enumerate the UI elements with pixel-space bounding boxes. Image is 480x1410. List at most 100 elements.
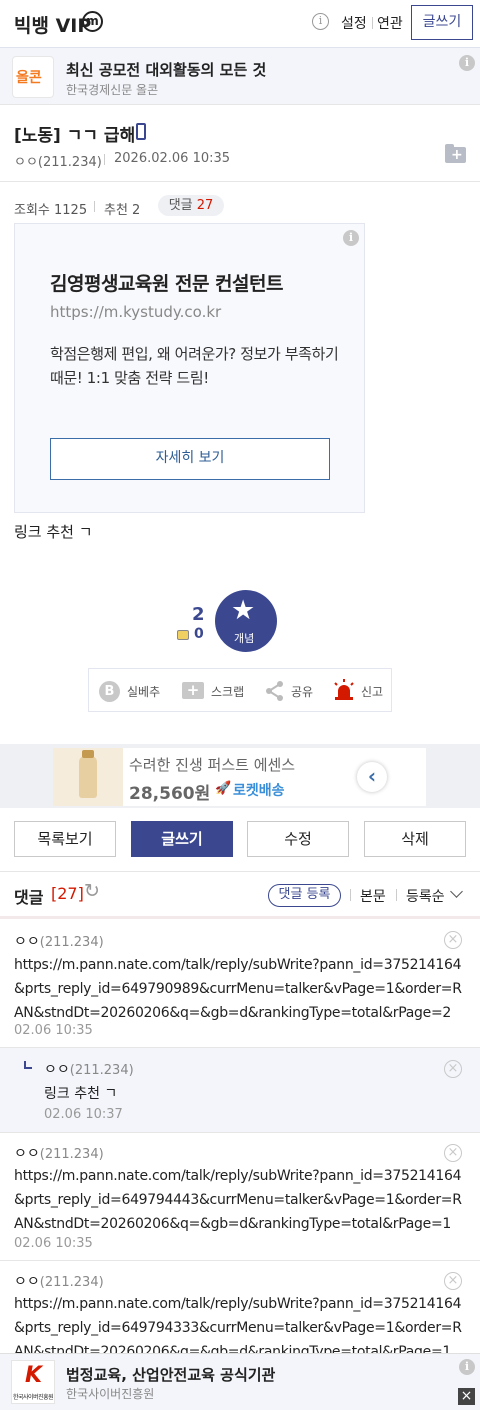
- recommend-button[interactable]: ★ 개념: [215, 590, 277, 652]
- divider: [0, 871, 480, 872]
- comment-count-badge[interactable]: 댓글 27: [158, 195, 224, 216]
- comments-count: [27]: [51, 884, 84, 903]
- post-datetime: 2026.02.06 10:35: [114, 151, 231, 166]
- chevron-down-icon[interactable]: [450, 885, 463, 898]
- ad-title: 김영평생교육원 전문 컨설턴트: [50, 273, 283, 295]
- divider: [372, 17, 373, 29]
- sort-order-select[interactable]: 등록순: [406, 886, 445, 906]
- reply-arrow-icon: [24, 1061, 32, 1069]
- k-logo-icon: K: [25, 1363, 43, 1388]
- share-icon: [266, 681, 283, 701]
- action-label: 공유: [291, 685, 314, 699]
- comment-reply: ㅇㅇ(211.234) × 링크 추천 ㄱ 02.06 10:37: [0, 1048, 480, 1132]
- divider: [0, 104, 480, 105]
- comment-item: ㅇㅇ(211.234) × https://m.pann.nate.com/ta…: [0, 1133, 480, 1259]
- write-button[interactable]: 글쓰기: [411, 5, 473, 40]
- refresh-icon[interactable]: ↻: [84, 880, 100, 902]
- close-icon[interactable]: ×: [458, 1388, 475, 1405]
- edit-button[interactable]: 수정: [247, 821, 349, 857]
- comment-body: 링크 추천 ㄱ: [44, 1086, 118, 1102]
- comment-date: 02.06 10:37: [44, 1107, 123, 1122]
- settings-link[interactable]: 설정: [341, 13, 367, 33]
- action-bar: B 실베추 + 스크랩 공유 신고: [88, 668, 392, 712]
- ad-url[interactable]: https://m.kystudy.co.kr: [50, 303, 221, 321]
- rocket-icon: 🚀: [215, 781, 232, 796]
- divider: [350, 889, 351, 901]
- rocket-delivery-badge: 로켓배송: [233, 783, 285, 799]
- b-icon: B: [99, 681, 120, 702]
- comment-label: 댓글: [168, 198, 193, 213]
- delete-comment-icon[interactable]: ×: [444, 931, 462, 949]
- vote-down-count: 0: [194, 626, 204, 642]
- divider: [104, 154, 105, 165]
- top-ad-banner[interactable]: 올콘 최신 공모전 대외활동의 모든 것 한국경제신문 올콘 i: [0, 48, 480, 104]
- ad-detail-button[interactable]: 자세히 보기: [50, 438, 330, 480]
- product-image: [53, 748, 123, 806]
- recommend-label: 개념: [234, 632, 255, 645]
- allcon-logo-text: 올콘: [16, 70, 42, 86]
- recommend-count: 추천 2: [104, 203, 141, 218]
- silbechu-button[interactable]: B 실베추: [99, 669, 169, 713]
- comment-item: ㅇㅇ(211.234) × https://m.pann.nate.com/ta…: [0, 1261, 480, 1353]
- delete-comment-icon[interactable]: ×: [444, 1272, 462, 1290]
- top-ad-source: 한국경제신문 올콘: [66, 83, 159, 97]
- list-button[interactable]: 목록보기: [14, 821, 116, 857]
- chevron-left-icon[interactable]: ‹: [357, 762, 387, 792]
- plus-icon: +: [182, 682, 204, 699]
- scrap-button[interactable]: + 스크랩: [182, 669, 254, 713]
- mobile-icon: [136, 123, 146, 140]
- folder-add-icon[interactable]: +: [445, 144, 466, 163]
- product-price: 28,560원: [129, 784, 211, 804]
- delete-comment-icon[interactable]: ×: [444, 1144, 462, 1162]
- delete-comment-icon[interactable]: ×: [444, 1060, 462, 1078]
- action-label: 신고: [361, 685, 384, 699]
- product-ad[interactable]: 수려한 진생 퍼스트 에센스 28,560원 🚀 로켓배송 ‹: [53, 748, 426, 806]
- top-ad-title: 최신 공모전 대외활동의 모든 것: [66, 61, 267, 79]
- allcon-logo: 올콘: [12, 56, 54, 98]
- comment-date: 02.06 10:35: [14, 1236, 93, 1251]
- comment-date: 02.06 10:35: [14, 1023, 93, 1038]
- info-icon[interactable]: i: [312, 13, 329, 30]
- vote-up-count: 2: [192, 604, 205, 625]
- gallery-title[interactable]: 빅뱅 VIP: [14, 11, 91, 38]
- ad-info-icon[interactable]: i: [343, 230, 359, 246]
- write-button[interactable]: 글쓰기: [131, 821, 233, 857]
- ad-info-icon[interactable]: i: [459, 1359, 475, 1375]
- header-bar: 빅뱅 VIP m i 설정 연관 글쓰기: [0, 0, 480, 46]
- comment-author[interactable]: ㅇㅇ(211.234): [44, 1059, 134, 1079]
- report-button[interactable]: 신고: [333, 669, 389, 713]
- comment-count: 27: [196, 198, 214, 213]
- ad-info-icon[interactable]: i: [459, 55, 475, 71]
- view-count: 조회수 1125: [14, 203, 88, 218]
- product-title: 수려한 진생 퍼스트 에센스: [129, 756, 296, 774]
- comment-item: ㅇㅇ(211.234) × https://m.pann.nate.com/ta…: [0, 919, 480, 1047]
- register-comment-button[interactable]: 댓글 등록: [268, 884, 341, 907]
- bottom-ad-banner[interactable]: K 한국사이버진흥원 법정교육, 산업안전교육 공식기관 한국사이버진흥원 i …: [0, 1353, 480, 1410]
- minor-gallery-icon: m: [82, 11, 103, 32]
- ad-box[interactable]: i 김영평생교육원 전문 컨설턴트 https://m.kystudy.co.k…: [14, 223, 365, 513]
- bottom-ad-title: 법정교육, 산업안전교육 공식기관: [66, 1366, 276, 1384]
- main-text-link[interactable]: 본문: [360, 886, 386, 906]
- comment-author[interactable]: ㅇㅇ(211.234): [14, 1143, 104, 1163]
- divider: [0, 181, 480, 182]
- delete-button[interactable]: 삭제: [364, 821, 466, 857]
- star-icon: ★: [231, 595, 256, 626]
- post-body: 링크 추천 ㄱ: [14, 523, 93, 541]
- comment-body: https://m.pann.nate.com/talk/reply/subWr…: [14, 957, 462, 1021]
- comment-author[interactable]: ㅇㅇ(211.234): [14, 931, 104, 951]
- related-link[interactable]: 연관: [377, 13, 403, 33]
- siren-icon: [334, 679, 354, 700]
- kcpa-logo: K 한국사이버진흥원: [11, 1360, 55, 1404]
- share-button[interactable]: 공유: [265, 669, 321, 713]
- ad-description: 학점은행제 편입, 왜 어려운가? 정보가 부족하기 때문! 1:1 맞춤 전략…: [50, 345, 339, 387]
- comment-author[interactable]: ㅇㅇ(211.234): [14, 1271, 104, 1291]
- bottom-ad-source: 한국사이버진흥원: [66, 1387, 155, 1401]
- comment-body: https://m.pann.nate.com/talk/reply/subWr…: [14, 1168, 462, 1232]
- fixed-nick-icon: [177, 630, 189, 640]
- post-author[interactable]: ㅇㅇ(211.234): [14, 151, 102, 170]
- divider: [396, 889, 397, 901]
- divider: [94, 201, 95, 212]
- action-label: 실베추: [127, 685, 161, 699]
- post-title: [노동] ㄱㄱ 급해: [14, 126, 136, 146]
- kcpa-logo-text: 한국사이버진흥원: [13, 1394, 54, 1401]
